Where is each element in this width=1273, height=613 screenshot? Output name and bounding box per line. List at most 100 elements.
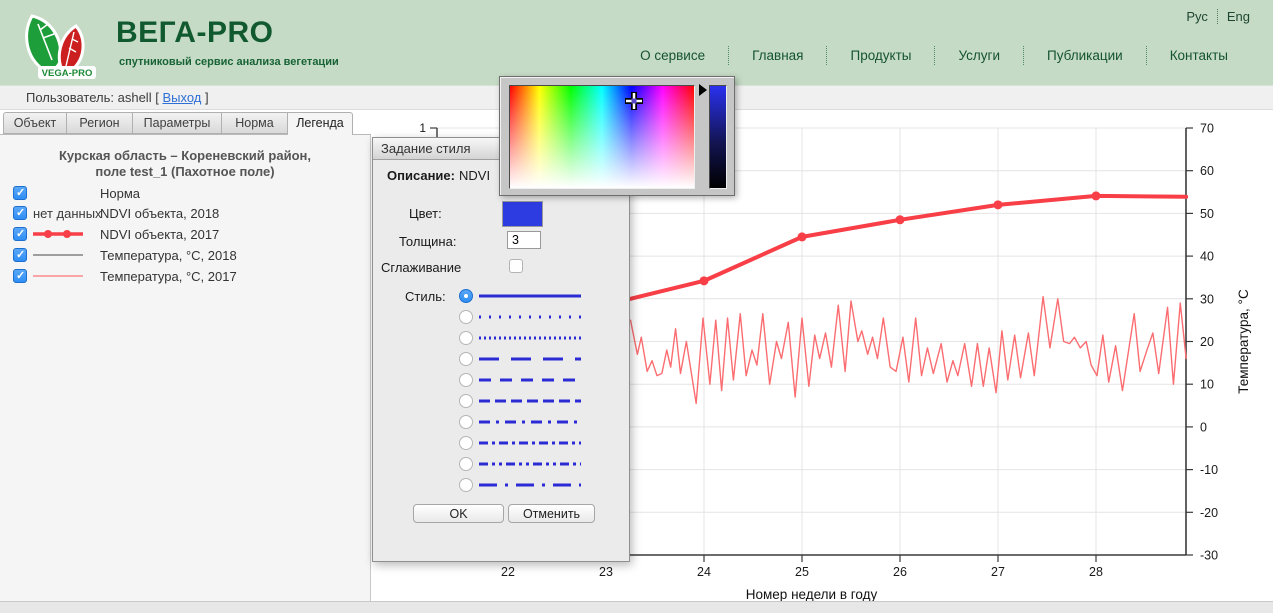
hue-saturation-field[interactable] xyxy=(509,85,695,189)
slider-arrow-icon[interactable] xyxy=(699,84,707,96)
svg-text:-10: -10 xyxy=(1200,463,1218,477)
svg-text:50: 50 xyxy=(1200,207,1214,221)
page-subtitle: спутниковый сервис анализа вегетации xyxy=(119,56,339,68)
legend-checkbox-temp-2017[interactable] xyxy=(13,269,27,283)
user-label: Пользователь: xyxy=(26,90,114,105)
style-radio-dashdotdot[interactable] xyxy=(459,457,473,471)
svg-text:60: 60 xyxy=(1200,164,1214,178)
legend-title-line1: Курская область – Кореневский район, xyxy=(0,148,370,163)
svg-text:40: 40 xyxy=(1200,250,1214,264)
svg-text:26: 26 xyxy=(893,565,907,579)
page-title: ВЕГА-PRO xyxy=(116,16,273,50)
description-label: Описание: xyxy=(387,168,455,183)
vega-pro-logo: VEGA-PRO xyxy=(10,4,106,84)
legend-checkbox-temp-2018[interactable] xyxy=(13,248,27,262)
brightness-slider[interactable] xyxy=(709,85,727,189)
style-radio-dashdot[interactable] xyxy=(459,415,473,429)
logo-text: VEGA-PRO xyxy=(42,68,93,79)
tab-legend[interactable]: Легенда xyxy=(288,112,353,135)
style-radio-solid[interactable] xyxy=(459,289,473,303)
logout-link[interactable]: Выход xyxy=(162,90,201,105)
legend-item-ndvi-2017: NDVI объекта, 2017 xyxy=(0,226,370,242)
smoothing-label: Сглаживание xyxy=(381,260,461,275)
nav-item-about[interactable]: О сервисе xyxy=(617,46,728,65)
style-sample-dash xyxy=(477,375,583,385)
legend-checkbox-ndvi-2017[interactable] xyxy=(13,227,27,241)
svg-text:27: 27 xyxy=(991,565,1005,579)
svg-text:28: 28 xyxy=(1089,565,1103,579)
style-sample-dash-dense xyxy=(477,396,583,406)
style-sample-solid xyxy=(477,291,583,301)
smoothing-checkbox[interactable] xyxy=(509,259,523,273)
style-sample-dashdot xyxy=(477,417,583,427)
svg-text:23: 23 xyxy=(599,565,613,579)
color-swatch[interactable] xyxy=(502,201,543,227)
vega-pro-app: 1 22 23 24 25 26 27 28 70 60 50 40 30 20 10 0 -10 -20 -30 Н… xyxy=(0,0,1273,613)
nav-item-home[interactable]: Главная xyxy=(728,46,826,65)
thickness-input[interactable] xyxy=(507,231,541,249)
svg-text:70: 70 xyxy=(1200,122,1214,136)
ndvi-2017-line-sample xyxy=(32,228,84,240)
nav-item-products[interactable]: Продукты xyxy=(826,46,934,65)
cancel-button[interactable]: Отменить xyxy=(508,504,595,523)
style-sample-dot-sparse xyxy=(477,312,583,322)
legend-item-ndvi-2018: нет данных NDVI объекта, 2018 xyxy=(0,205,370,221)
style-sample-longdashdot xyxy=(477,480,583,490)
svg-text:22: 22 xyxy=(501,565,515,579)
style-sample-dashdotdot xyxy=(477,459,583,469)
ok-button[interactable]: OK xyxy=(413,504,504,523)
style-sample-dot-dense xyxy=(477,333,583,343)
svg-text:Номер недели в году: Номер недели в году xyxy=(746,587,878,601)
tab-norm[interactable]: Норма xyxy=(222,112,288,134)
lang-rus[interactable]: Рус xyxy=(1179,9,1215,24)
style-sample-longdash xyxy=(477,354,583,364)
tab-parameters[interactable]: Параметры xyxy=(133,112,222,134)
style-sample-dashdot-dense xyxy=(477,438,583,448)
legend-checkbox-ndvi-2018[interactable] xyxy=(13,206,27,220)
tab-object[interactable]: Объект xyxy=(3,112,67,134)
footer-bar xyxy=(0,601,1273,613)
temp-2017-line-sample xyxy=(32,270,84,282)
legend-panel: Курская область – Кореневский район, пол… xyxy=(0,135,371,601)
main-nav: О сервисе Главная Продукты Услуги Публик… xyxy=(617,46,1251,65)
legend-title-line2: поле test_1 (Пахотное поле) xyxy=(0,164,370,179)
style-radio-dash[interactable] xyxy=(459,373,473,387)
color-crosshair-icon[interactable] xyxy=(623,90,645,112)
svg-text:Температура, °C: Температура, °C xyxy=(1236,289,1251,394)
svg-text:0: 0 xyxy=(1200,420,1207,434)
tab-bar: Объект Регион Параметры Норма Легенда xyxy=(3,112,353,135)
svg-text:-30: -30 xyxy=(1200,549,1218,563)
legend-checkbox-norma[interactable] xyxy=(13,186,27,200)
color-picker-popup xyxy=(499,76,735,196)
style-radio-dashdot-dense[interactable] xyxy=(459,436,473,450)
svg-text:-20: -20 xyxy=(1200,506,1218,520)
lang-switch: Рус Eng xyxy=(1179,9,1257,24)
nav-item-contacts[interactable]: Контакты xyxy=(1146,46,1251,65)
lang-eng[interactable]: Eng xyxy=(1220,9,1257,24)
temp-2018-line-sample xyxy=(32,249,84,261)
header: VEGA-PRO ВЕГА-PRO спутниковый сервис ана… xyxy=(0,0,1273,85)
color-label: Цвет: xyxy=(409,206,442,221)
legend-item-temp-2018: Температура, °C, 2018 xyxy=(0,247,370,263)
style-radio-dot-sparse[interactable] xyxy=(459,310,473,324)
legend-item-norma: Норма xyxy=(0,185,370,201)
style-radio-longdashdot[interactable] xyxy=(459,478,473,492)
svg-text:20: 20 xyxy=(1200,335,1214,349)
description-value: NDVI xyxy=(459,168,490,183)
svg-text:25: 25 xyxy=(795,565,809,579)
nav-item-publications[interactable]: Публикации xyxy=(1023,46,1146,65)
username: ashell xyxy=(118,90,152,105)
svg-text:10: 10 xyxy=(1200,378,1214,392)
svg-text:30: 30 xyxy=(1200,292,1214,306)
style-radio-longdash[interactable] xyxy=(459,352,473,366)
svg-text:24: 24 xyxy=(697,565,711,579)
tab-region[interactable]: Регион xyxy=(67,112,133,134)
style-radio-dash-dense[interactable] xyxy=(459,394,473,408)
svg-text:1: 1 xyxy=(419,121,426,135)
style-dialog: Задание стиля Описание: NDVI Цвет: Толщи… xyxy=(372,137,630,562)
no-data-sample: нет данных xyxy=(33,206,102,221)
style-radio-dot-dense[interactable] xyxy=(459,331,473,345)
thickness-label: Толщина: xyxy=(399,234,456,249)
nav-item-services[interactable]: Услуги xyxy=(934,46,1023,65)
legend-item-temp-2017: Температура, °C, 2017 xyxy=(0,268,370,284)
